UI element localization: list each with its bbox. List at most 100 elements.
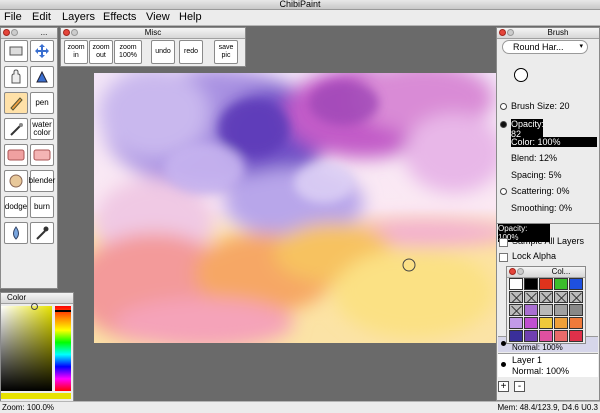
hue-slider[interactable] — [55, 306, 71, 391]
color-swatch[interactable] — [554, 291, 568, 303]
soft-eraser-button[interactable] — [30, 144, 54, 166]
color-swatch[interactable] — [569, 317, 583, 329]
rect-select-icon — [9, 46, 23, 56]
drawing-canvas[interactable] — [94, 73, 500, 343]
undo-button[interactable]: undo — [151, 40, 175, 64]
color-swatch[interactable] — [509, 304, 523, 316]
minimize-icon[interactable] — [11, 29, 18, 36]
saturation-value-picker[interactable] — [1, 303, 52, 391]
color-swatch[interactable] — [524, 330, 538, 342]
opacity-radio[interactable] — [500, 121, 507, 128]
brush-panel-titlebar: Brush — [497, 28, 599, 39]
zoom-100-button[interactable]: zoom 100% — [114, 40, 142, 64]
scattering-radio[interactable] — [500, 188, 507, 195]
pen-button[interactable]: pen — [30, 92, 54, 114]
color-swatch[interactable] — [509, 317, 523, 329]
close-icon[interactable] — [509, 268, 516, 275]
window-titlebar: ChibiPaint — [0, 0, 600, 10]
color-swatch[interactable] — [509, 330, 523, 342]
color-swatch[interactable] — [524, 278, 538, 290]
smudge-icon — [9, 174, 23, 188]
sample-all-layers-checkbox[interactable] — [499, 238, 508, 247]
smudge-button[interactable] — [4, 170, 28, 192]
menu-layers[interactable]: Layers — [62, 11, 95, 23]
burn-button[interactable]: burn — [30, 196, 54, 218]
color-swatch[interactable] — [554, 317, 568, 329]
hand-button[interactable] — [4, 66, 28, 88]
color-swatch[interactable] — [524, 317, 538, 329]
color-swatch[interactable] — [569, 291, 583, 303]
layer-name: Layer 1 — [512, 355, 543, 365]
minimize-icon[interactable] — [507, 29, 514, 36]
close-icon[interactable] — [3, 29, 10, 36]
color-swatch[interactable] — [554, 304, 568, 316]
color-swatch[interactable] — [569, 278, 583, 290]
save-pic-button[interactable]: save pic — [214, 40, 238, 64]
brush-preview — [514, 68, 528, 82]
color-slider[interactable]: Color: 100% — [511, 137, 597, 147]
zoom-in-button[interactable]: zoom in — [64, 40, 88, 64]
blend-slider[interactable]: Blend: 12% — [511, 153, 557, 163]
move-button[interactable] — [30, 40, 54, 62]
close-icon[interactable] — [499, 29, 506, 36]
menu-help[interactable]: Help — [179, 11, 202, 23]
color-swatch[interactable] — [539, 330, 553, 342]
brush-size-slider[interactable]: Brush Size: 20 — [511, 101, 570, 111]
color-swatch[interactable] — [569, 330, 583, 342]
opacity-slider[interactable]: Opacity: 82 — [511, 119, 544, 139]
color-swatch[interactable] — [569, 304, 583, 316]
lock-alpha-checkbox[interactable] — [499, 253, 508, 262]
tools-panel-title: ... — [40, 28, 48, 37]
menu-edit[interactable]: Edit — [32, 11, 51, 23]
zoom-out-button[interactable]: zoom out — [89, 40, 113, 64]
brush-type-value: Round Har... — [513, 42, 564, 52]
color-swatch[interactable] — [554, 330, 568, 342]
soft-eraser-icon — [33, 149, 51, 161]
remove-layer-button[interactable]: - — [514, 381, 525, 392]
eraser-button[interactable] — [4, 144, 28, 166]
brush-type-dropdown[interactable]: Round Har... ▾ — [502, 40, 588, 54]
blender-button[interactable]: blender — [29, 170, 55, 192]
scattering-slider[interactable]: Scattering: 0% — [511, 186, 570, 196]
current-color-bar — [1, 393, 71, 399]
hue-marker — [55, 310, 71, 312]
memory-status: Mem: 48.4/123.9, D4.6 U0.3 — [497, 403, 599, 412]
color-picker-cursor[interactable] — [31, 303, 38, 310]
color-swatch[interactable] — [554, 278, 568, 290]
add-layer-button[interactable]: + — [498, 381, 509, 392]
smoothing-slider[interactable]: Smoothing: 0% — [511, 203, 572, 213]
pencil-icon — [10, 97, 23, 111]
airbrush-button[interactable] — [4, 118, 28, 140]
pencil-button[interactable] — [4, 92, 28, 114]
color-swatch[interactable] — [539, 278, 553, 290]
move-icon — [35, 44, 49, 58]
sample-all-layers-label: Sample All Layers — [512, 236, 585, 246]
spacing-slider[interactable]: Spacing: 5% — [511, 170, 562, 180]
color-swatch[interactable] — [509, 278, 523, 290]
layer-row[interactable]: Layer 1 Normal: 100% — [498, 353, 598, 377]
misc-panel-title: Misc — [144, 28, 162, 37]
color-swatch[interactable] — [524, 291, 538, 303]
brush-size-radio[interactable] — [500, 103, 507, 110]
chevron-down-icon: ▾ — [579, 43, 583, 50]
menu-view[interactable]: View — [146, 11, 170, 23]
menu-file[interactable]: File — [4, 11, 22, 23]
redo-button[interactable]: redo — [179, 40, 203, 64]
color-swatch[interactable] — [524, 304, 538, 316]
dodge-button[interactable]: dodge — [4, 196, 28, 218]
color-panel-titlebar: Color — [1, 293, 73, 304]
rect-select-button[interactable] — [4, 40, 28, 62]
visibility-dot-icon[interactable] — [501, 362, 506, 367]
color-swatch[interactable] — [539, 291, 553, 303]
rotate-hand-icon — [36, 70, 48, 83]
eraser-icon — [7, 149, 25, 161]
color-swatch[interactable] — [539, 304, 553, 316]
color-swatch[interactable] — [539, 317, 553, 329]
fill-button[interactable] — [4, 222, 28, 244]
rotate-button[interactable] — [30, 66, 54, 88]
menu-effects[interactable]: Effects — [103, 11, 136, 23]
color-swatch[interactable] — [509, 291, 523, 303]
water-color-button[interactable]: water color — [30, 118, 54, 140]
minimize-icon[interactable] — [517, 268, 524, 275]
eyedropper-button[interactable] — [30, 222, 54, 244]
